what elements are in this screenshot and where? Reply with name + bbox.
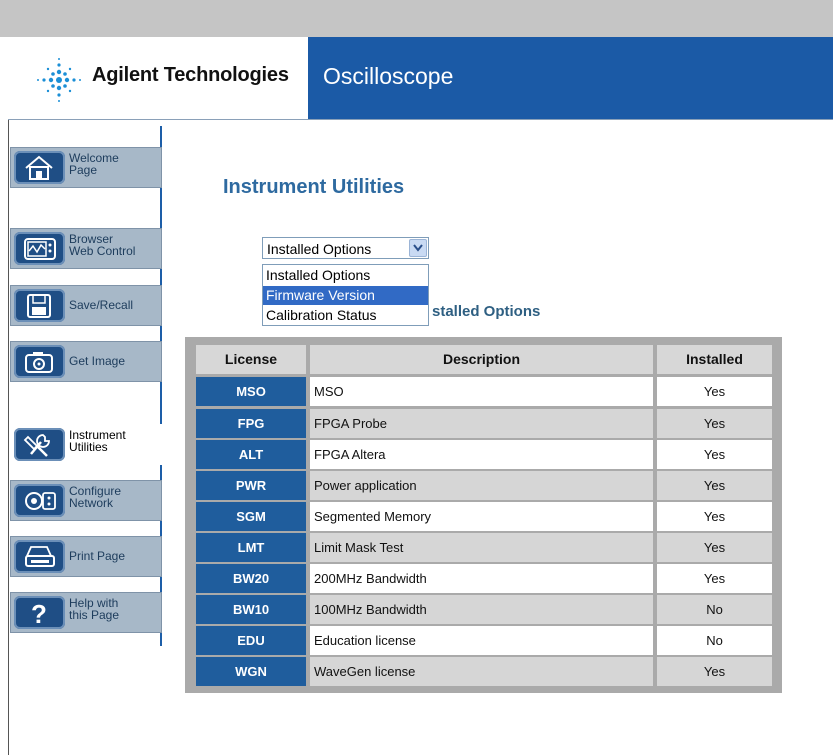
floppy-disk-icon: [14, 289, 65, 322]
nav-welcome-page[interactable]: Welcome Page: [10, 147, 162, 188]
license-code-cell: WGN: [196, 657, 306, 686]
svg-text:?: ?: [31, 600, 47, 626]
nav-label: Browser Web Control: [69, 232, 136, 258]
license-code-cell: EDU: [196, 626, 306, 655]
description-cell: 200MHz Bandwidth: [310, 564, 653, 593]
description-cell: WaveGen license: [310, 657, 653, 686]
home-icon: [14, 151, 65, 184]
nav-configure-network[interactable]: Configure Network: [10, 480, 162, 521]
installed-cell: Yes: [657, 533, 772, 562]
select-options-list: Installed Options Firmware Version Calib…: [262, 264, 429, 326]
select-dropdown-button[interactable]: [409, 239, 427, 257]
installed-cell: Yes: [657, 502, 772, 531]
network-config-icon: [14, 484, 65, 517]
nav-label: Configure Network: [69, 484, 122, 510]
installed-cell: Yes: [657, 657, 772, 686]
column-header-description: Description: [310, 345, 653, 374]
select-value: Installed Options: [267, 241, 372, 257]
nav-help[interactable]: ? Help with this Page: [10, 592, 162, 633]
description-cell: Education license: [310, 626, 653, 655]
installed-options-table: License Description Installed MSO MSO Ye…: [185, 337, 782, 693]
app-title: Oscilloscope: [323, 63, 454, 89]
nav-label: Save/Recall: [69, 298, 134, 312]
nav-instrument-utilities[interactable]: Instrument Utilities: [10, 424, 162, 465]
installed-cell: Yes: [657, 564, 772, 593]
nav-label: Welcome Page: [69, 151, 119, 177]
printer-icon: [14, 540, 65, 573]
license-code-cell: SGM: [196, 502, 306, 531]
installed-cell: No: [657, 595, 772, 624]
camera-icon: [14, 345, 65, 378]
description-cell: FPGA Altera: [310, 440, 653, 469]
option-calibration-status[interactable]: Calibration Status: [263, 306, 428, 325]
description-cell: 100MHz Bandwidth: [310, 595, 653, 624]
installed-cell: Yes: [657, 409, 772, 438]
brand-name: Agilent Technologies: [92, 64, 289, 86]
license-code-cell: BW20: [196, 564, 306, 593]
help-icon: ?: [14, 596, 65, 629]
installed-cell: No: [657, 626, 772, 655]
description-cell: FPGA Probe: [310, 409, 653, 438]
tools-icon: [14, 428, 65, 461]
description-cell: Limit Mask Test: [310, 533, 653, 562]
nav-label: Help with this Page: [69, 596, 120, 622]
license-code-cell: LMT: [196, 533, 306, 562]
chevron-down-icon: [413, 244, 423, 252]
description-cell: Segmented Memory: [310, 502, 653, 531]
utility-select[interactable]: Installed Options: [262, 237, 429, 259]
nav-label: Print Page: [69, 549, 126, 563]
license-code-cell: FPG: [196, 409, 306, 438]
nav-browser-web-control[interactable]: Browser Web Control: [10, 228, 162, 269]
description-cell: Power application: [310, 471, 653, 500]
title-band: Oscilloscope: [308, 37, 833, 119]
column-header-installed: Installed: [657, 345, 772, 374]
option-installed-options[interactable]: Installed Options: [263, 266, 428, 285]
page-title: Instrument Utilities: [223, 176, 405, 198]
installed-cell: Yes: [657, 440, 772, 469]
scope-screen-icon: [14, 232, 65, 265]
license-code-cell: PWR: [196, 471, 306, 500]
nav-get-image[interactable]: Get Image: [10, 341, 162, 382]
page-header: Agilent Technologies Oscilloscope: [8, 37, 833, 120]
license-code-cell: BW10: [196, 595, 306, 624]
description-cell: MSO: [310, 377, 653, 406]
frame-left-border: [8, 37, 9, 755]
agilent-spark-logo-icon: [37, 58, 81, 102]
option-firmware-version[interactable]: Firmware Version: [263, 286, 428, 305]
installed-cell: Yes: [657, 471, 772, 500]
nav-save-recall[interactable]: Save/Recall: [10, 285, 162, 326]
browser-top-bar: [0, 0, 833, 37]
license-code-cell: MSO: [196, 377, 306, 406]
nav-label: Instrument Utilities: [69, 428, 126, 454]
nav-label: Get Image: [69, 354, 126, 368]
nav-print-page[interactable]: Print Page: [10, 536, 162, 577]
installed-cell: Yes: [657, 377, 772, 406]
license-code-cell: ALT: [196, 440, 306, 469]
section-title: stalled Options: [432, 303, 541, 320]
column-header-license: License: [196, 345, 306, 374]
